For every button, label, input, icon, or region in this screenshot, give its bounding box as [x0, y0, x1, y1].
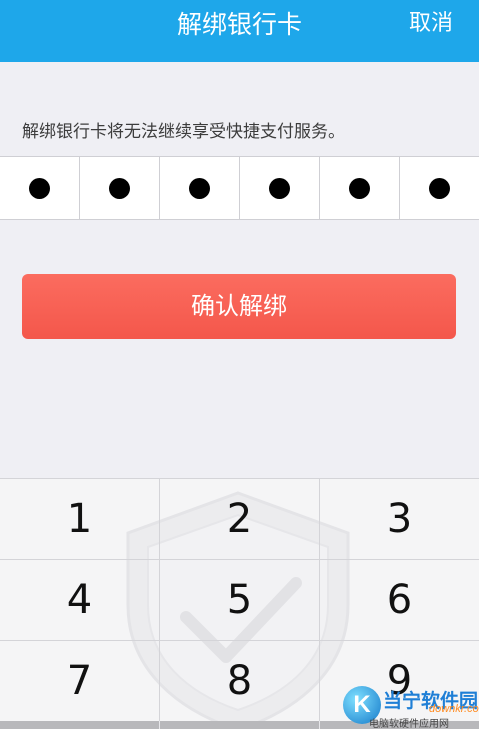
- key-6[interactable]: 6: [320, 560, 479, 640]
- pin-cell: [240, 157, 320, 219]
- pin-dot: [29, 177, 50, 199]
- page-title: 解绑银行卡: [176, 10, 302, 39]
- pin-cell: [320, 157, 400, 219]
- key-1[interactable]: 1: [0, 479, 159, 559]
- keypad-bottom-segment: [160, 721, 319, 729]
- keypad-bottom-segment: [0, 721, 159, 729]
- key-8[interactable]: 8: [160, 641, 319, 721]
- password-input[interactable]: [0, 156, 479, 220]
- confirm-unbind-button[interactable]: 确认解绑: [22, 274, 456, 339]
- pin-cell: [80, 157, 160, 219]
- watermark-tagline: 电脑软硬件应用网: [369, 719, 449, 729]
- pin-dot: [429, 177, 450, 199]
- cancel-button[interactable]: 取消: [409, 0, 453, 50]
- unbind-warning-text: 解绑银行卡将无法继续享受快捷支付服务。: [22, 122, 345, 142]
- site-watermark-logo: K 当宁软件园 downkr.com 电脑软硬件应用网: [341, 683, 479, 729]
- watermark-domain: downkr.com: [429, 703, 479, 715]
- header-bar: 解绑银行卡 取消: [0, 0, 479, 62]
- key-2[interactable]: 2: [160, 479, 319, 559]
- key-4[interactable]: 4: [0, 560, 159, 640]
- pin-dot: [269, 177, 290, 199]
- pin-dot: [349, 177, 370, 199]
- pin-cell: [160, 157, 240, 219]
- pin-dot: [189, 177, 210, 199]
- key-5[interactable]: 5: [160, 560, 319, 640]
- key-3[interactable]: 3: [320, 479, 479, 559]
- pin-dot: [109, 177, 130, 199]
- pin-cell: [0, 157, 80, 219]
- pin-cell: [400, 157, 479, 219]
- key-7[interactable]: 7: [0, 641, 159, 721]
